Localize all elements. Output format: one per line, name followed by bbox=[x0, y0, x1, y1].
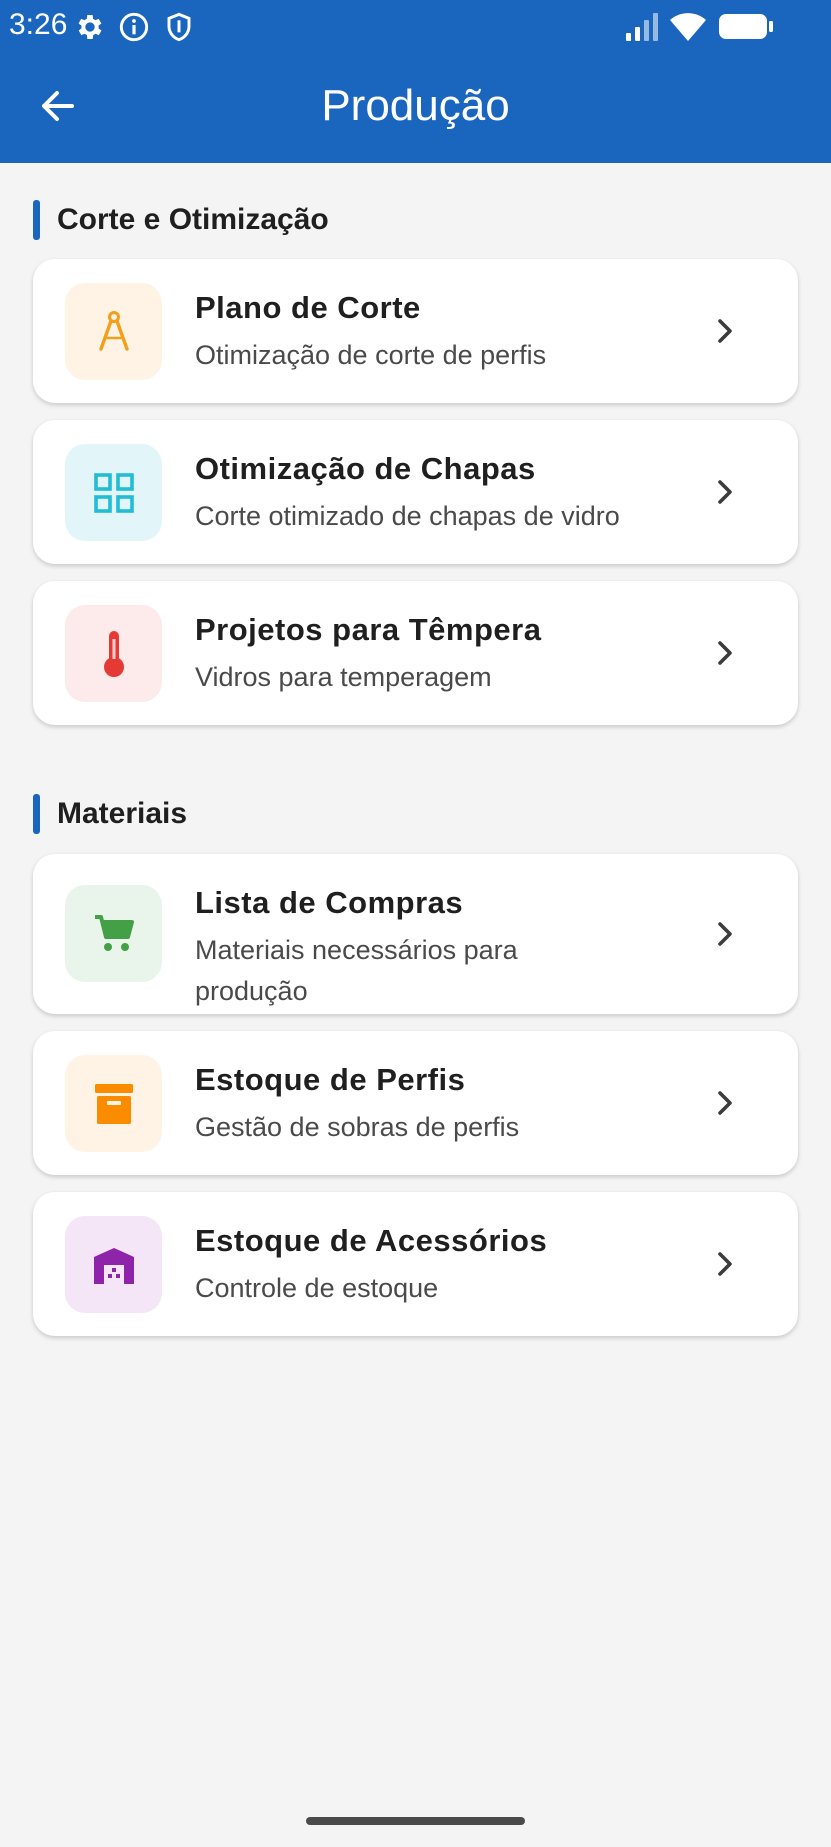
menu-card-lista-de-compras[interactable]: Lista de Compras Materiais necessários p… bbox=[33, 854, 798, 1014]
compass-icon bbox=[98, 310, 129, 351]
icon-tile bbox=[65, 283, 162, 380]
card-subtitle: Vidros para temperagem bbox=[195, 662, 492, 692]
archive-icon bbox=[94, 1083, 133, 1124]
section-header-materiais: Materiais bbox=[33, 794, 187, 834]
status-time: 3:26 bbox=[9, 8, 68, 41]
battery-icon bbox=[719, 14, 773, 39]
menu-card-projetos-para-tempera[interactable]: Projetos para Têmpera Vidros para temper… bbox=[33, 581, 798, 725]
card-subtitle: Controle de estoque bbox=[195, 1273, 439, 1303]
thermometer-icon bbox=[103, 630, 124, 677]
chevron-right-icon bbox=[718, 1091, 732, 1115]
warehouse-icon bbox=[93, 1247, 134, 1284]
icon-tile bbox=[65, 1055, 162, 1152]
cart-icon bbox=[94, 914, 134, 951]
menu-card-otimizacao-de-chapas[interactable]: Otimização de Chapas Corte otimizado de … bbox=[33, 420, 798, 564]
section-accent-bar bbox=[33, 794, 40, 834]
chevron-right-icon bbox=[718, 319, 732, 343]
settings-icon bbox=[78, 15, 102, 39]
info-icon bbox=[119, 12, 149, 42]
app-bar: 3:26 Produção bbox=[0, 0, 831, 163]
icon-tile bbox=[65, 605, 162, 702]
card-title: Estoque de Acessórios bbox=[195, 1223, 548, 1258]
chevron-right-icon bbox=[718, 641, 732, 665]
status-bar: 3:26 bbox=[0, 0, 831, 54]
card-title: Otimização de Chapas bbox=[195, 451, 536, 486]
chevron-right-icon bbox=[718, 1252, 732, 1276]
page-title: Produção bbox=[321, 81, 510, 130]
cellular-signal-icon bbox=[626, 13, 658, 41]
card-title: Projetos para Têmpera bbox=[195, 612, 542, 647]
section-header-corte: Corte e Otimização bbox=[33, 200, 329, 240]
card-title: Lista de Compras bbox=[195, 885, 464, 920]
menu-card-estoque-de-acessorios[interactable]: Estoque de Acessórios Controle de estoqu… bbox=[33, 1192, 798, 1336]
shield-icon bbox=[167, 12, 191, 42]
icon-tile bbox=[65, 444, 162, 541]
menu-card-estoque-de-perfis[interactable]: Estoque de Perfis Gestão de sobras de pe… bbox=[33, 1031, 798, 1175]
section-title: Corte e Otimização bbox=[57, 203, 329, 236]
grid-icon bbox=[93, 472, 134, 513]
icon-tile bbox=[65, 1216, 162, 1313]
card-subtitle: Materiais necessários para produção bbox=[195, 935, 518, 1006]
chevron-right-icon bbox=[718, 480, 732, 504]
section-title: Materiais bbox=[57, 797, 188, 830]
home-indicator[interactable] bbox=[306, 1817, 525, 1825]
card-title: Plano de Corte bbox=[195, 290, 421, 325]
menu-card-plano-de-corte[interactable]: Plano de Corte Otimização de corte de pe… bbox=[33, 259, 798, 403]
card-subtitle: Corte otimizado de chapas de vidro bbox=[195, 501, 620, 531]
section-accent-bar bbox=[33, 200, 40, 240]
card-title: Estoque de Perfis bbox=[195, 1062, 466, 1097]
chevron-right-icon bbox=[718, 922, 732, 946]
card-subtitle: Otimização de corte de perfis bbox=[195, 340, 547, 370]
card-subtitle: Gestão de sobras de perfis bbox=[195, 1112, 520, 1142]
icon-tile bbox=[65, 885, 162, 982]
wifi-icon bbox=[670, 13, 706, 41]
